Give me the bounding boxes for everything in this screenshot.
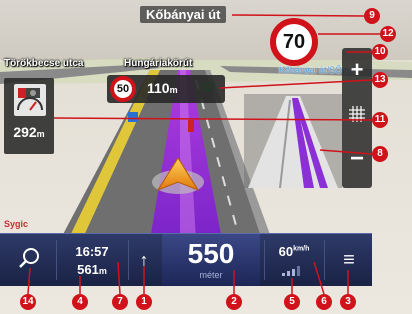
distance-to-turn-panel[interactable]: 550 méter — [162, 234, 260, 286]
current-street-label: Kőbányai út — [140, 6, 227, 23]
gps-signal-icon — [282, 266, 300, 276]
remaining-distance[interactable]: 561m — [60, 262, 124, 277]
next-turn-distance: 292m — [4, 124, 54, 140]
street-label-left: Törökbecse utca — [4, 58, 84, 69]
bottom-info-bar: 16:57 561m ↑ 550 méter 60km/h ≡ — [0, 233, 372, 286]
remaining-distance-value: 561 — [77, 262, 99, 277]
camera-distance: 110m — [147, 80, 178, 96]
next-turn-distance-value: 292 — [13, 124, 37, 140]
camera-speed-limit-sign: 50 — [110, 76, 136, 102]
menu-button[interactable]: ≡ — [334, 248, 364, 272]
direction-arrow-icon[interactable]: ↑ — [132, 248, 156, 272]
callout-6: 6 — [316, 294, 332, 310]
lane-assist-panel — [244, 94, 342, 189]
zoom-control: + − — [342, 48, 372, 188]
callout-4: 4 — [72, 294, 88, 310]
callout-3: 3 — [340, 294, 356, 310]
divider — [128, 240, 129, 280]
current-speed[interactable]: 60km/h — [270, 244, 318, 259]
divider — [56, 240, 57, 280]
current-speed-value: 60 — [278, 244, 294, 259]
brand-logo: Sygic — [4, 219, 29, 229]
next-turn-distance-unit: m — [36, 129, 45, 139]
callout-2: 2 — [226, 294, 242, 310]
speed-limit-sign: 70 — [270, 18, 318, 66]
divider — [264, 240, 265, 280]
distance-to-turn-unit: méter — [199, 270, 223, 280]
callout-13: 13 — [372, 72, 388, 88]
remaining-distance-unit: m — [98, 266, 107, 276]
callout-10: 10 — [372, 44, 388, 60]
callout-9: 9 — [364, 8, 380, 24]
search-button[interactable] — [4, 234, 54, 286]
camera-distance-unit: m — [169, 85, 178, 95]
callout-1: 1 — [136, 294, 152, 310]
callout-14: 14 — [20, 294, 36, 310]
camera-distance-value: 110 — [147, 80, 170, 96]
lane-guidance-icon — [248, 96, 338, 189]
callout-12: 12 — [380, 26, 396, 42]
callout-8: 8 — [372, 146, 388, 162]
callout-5: 5 — [284, 294, 300, 310]
next-turn-panel[interactable]: 292m — [4, 78, 54, 154]
zoom-out-button[interactable]: − — [342, 147, 372, 172]
search-icon — [19, 248, 39, 268]
zoom-in-button[interactable]: + — [342, 58, 372, 82]
callout-7: 7 — [112, 294, 128, 310]
current-speed-unit: km/h — [293, 245, 310, 253]
distance-to-turn-value: 550 — [187, 238, 235, 269]
arrival-time[interactable]: 16:57 — [60, 244, 124, 259]
grid-icon[interactable] — [349, 106, 365, 122]
street-label-center: Hungáriakörút — [124, 58, 193, 69]
callout-11: 11 — [372, 112, 388, 128]
speed-camera-icon — [14, 84, 46, 116]
navigation-screen: Kőbányai út Törökbecse utca Hungáriakörú… — [0, 0, 412, 314]
speed-camera-warning: 50 110m — [107, 75, 225, 103]
divider — [324, 240, 325, 280]
